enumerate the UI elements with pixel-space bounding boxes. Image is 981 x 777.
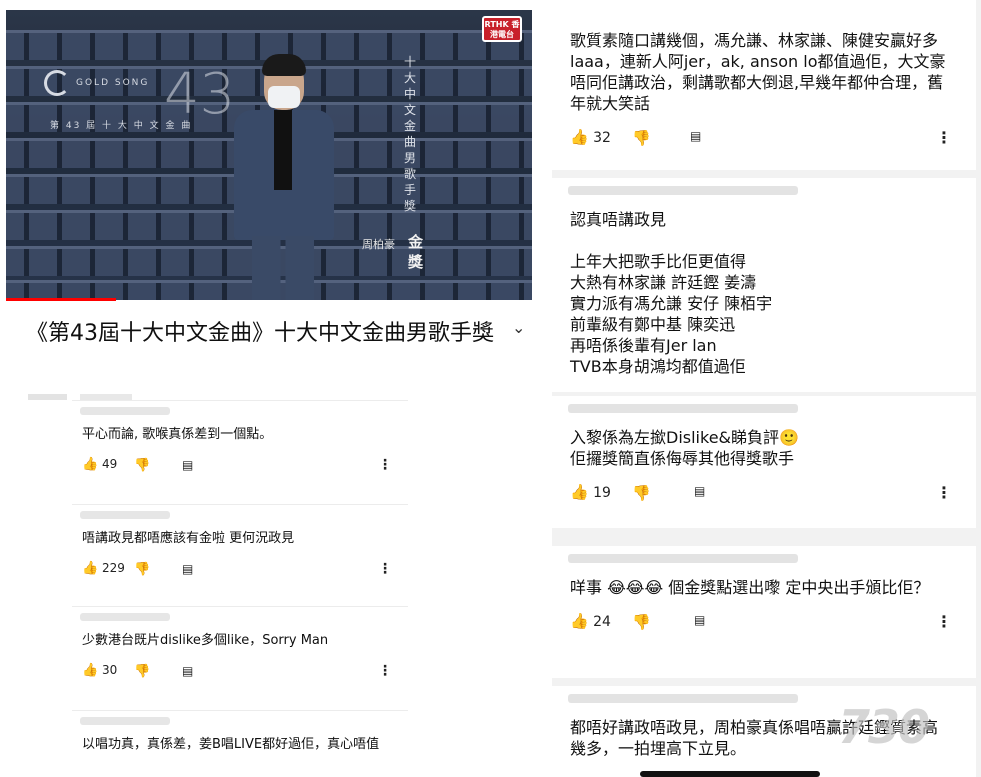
singer-figure <box>230 50 340 300</box>
like-button[interactable]: 👍 32 <box>570 128 611 146</box>
comment: 歌質素隨口講幾個，馮允謙、林家謙、陳健安贏好多laaa，連新人阿jer，ak, … <box>552 0 976 170</box>
comment-text: 歌質素隨口講幾個，馮允謙、林家謙、陳健安贏好多laaa，連新人阿jer，ak, … <box>570 31 946 113</box>
like-count: 229 <box>102 561 125 575</box>
like-button[interactable]: 👍 19 <box>570 483 611 501</box>
comment: 唔講政見都唔應該有金啦 更何況政見 👍 229 👎 ▤ ⋮ <box>72 504 408 604</box>
more-vert-icon[interactable]: ⋮ <box>378 561 392 577</box>
comment: 以唱功真，真係差，姜B唱LIVE都好過佢，真心唔值 <box>72 710 408 777</box>
like-count: 24 <box>593 614 611 630</box>
more-vert-icon[interactable]: ⋮ <box>378 457 392 473</box>
reply-icon[interactable]: ▤ <box>182 664 193 678</box>
more-vert-icon[interactable]: ⋮ <box>378 663 392 679</box>
comment-author <box>568 554 798 563</box>
comment-text: 平心而論, 歌喉真係差到一個點。 <box>82 427 273 442</box>
video-award-text: 金獎 <box>408 233 424 271</box>
thumbs-down-icon[interactable]: 👎 <box>632 484 651 502</box>
home-indicator[interactable] <box>640 771 820 777</box>
comment: 少數港台既片dislike多個like，Sorry Man 👍 30 👎 ▤ ⋮ <box>72 606 408 706</box>
comment: 咩事 😂😂😂 個金獎點選出嚟 定中央出手頒比佢？ 👍 24 👎 ▤ ⋮ <box>552 546 976 678</box>
thumbs-down-icon[interactable]: 👎 <box>632 129 651 147</box>
like-count: 32 <box>593 130 611 146</box>
comment-actions: 👍 30 👎 ▤ ⋮ <box>82 663 408 683</box>
comment-author <box>80 613 170 621</box>
rthk-logo: RTHK 香港電台 <box>482 16 522 42</box>
comment-text: 唔講政見都唔應該有金啦 更何況政見 <box>82 531 295 546</box>
thumbs-up-icon: 👍 <box>570 612 589 630</box>
chevron-down-icon[interactable]: ⌄ <box>512 318 525 337</box>
thumbs-up-icon: 👍 <box>570 483 589 501</box>
like-button[interactable]: 👍 24 <box>570 612 611 630</box>
comment: 平心而論, 歌喉真係差到一個點。 👍 49 👎 ▤ ⋮ <box>72 400 408 500</box>
reply-icon[interactable]: ▤ <box>694 613 705 627</box>
video-title: 《第43屆十大中文金曲》十大中文金曲男歌手獎 <box>26 321 494 346</box>
video-vertical-title: 十大中文金曲男歌手獎 <box>404 55 417 213</box>
like-button[interactable]: 👍 30 <box>82 663 117 678</box>
comment-actions: 👍 24 👎 ▤ ⋮ <box>570 612 976 634</box>
comment-text: 認真唔講政見 上年大把歌手比佢更值得 大熱有林家謙 許廷鏗 姜濤 實力派有馮允謙… <box>570 210 773 376</box>
comment-author <box>80 407 170 415</box>
like-button[interactable]: 👍 49 <box>82 457 117 472</box>
comment-actions: 👍 229 👎 ▤ ⋮ <box>82 561 408 581</box>
thumbs-down-icon[interactable]: 👎 <box>134 458 150 473</box>
like-button[interactable]: 👍 229 <box>82 561 125 576</box>
right-screenshot: 歌質素隨口講幾個，馮允謙、林家謙、陳健安贏好多laaa，連新人阿jer，ak, … <box>552 0 981 777</box>
video-player[interactable]: GOLD SONG 43 第 43 屆 十 大 中 文 金 曲 RTHK 香港電… <box>6 10 532 300</box>
like-count: 30 <box>102 663 118 677</box>
reply-icon[interactable]: ▤ <box>182 562 193 576</box>
comment-text: 入黎係為左撳Dislike&睇負評🙂 佢攞獎簡直係侮辱其他得獎歌手 <box>570 428 799 468</box>
thumbs-down-icon[interactable]: 👎 <box>134 562 150 577</box>
reply-icon[interactable]: ▤ <box>694 484 705 498</box>
comment-text: 咩事 😂😂😂 個金獎點選出嚟 定中央出手頒比佢？ <box>570 578 930 597</box>
comment-author <box>568 694 798 703</box>
like-count: 49 <box>102 457 118 471</box>
comment-actions: 👍 32 👎 ▤ ⋮ <box>570 128 976 150</box>
like-count: 19 <box>593 485 611 501</box>
comment-actions: 👍 19 👎 ▤ ⋮ <box>570 483 976 505</box>
left-screenshot: GOLD SONG 43 第 43 屆 十 大 中 文 金 曲 RTHK 香港電… <box>0 0 540 777</box>
thumbs-down-icon[interactable]: 👎 <box>134 664 150 679</box>
video-winner-name: 周柏豪 <box>362 238 395 251</box>
gold-song-logo: GOLD SONG 43 <box>44 62 235 127</box>
comment: 入黎係為左撳Dislike&睇負評🙂 佢攞獎簡直係侮辱其他得獎歌手 👍 19 👎… <box>552 396 976 528</box>
comment-actions: 👍 49 👎 ▤ ⋮ <box>82 457 408 477</box>
thumbs-up-icon: 👍 <box>82 663 99 678</box>
comment-text: 以唱功真，真係差，姜B唱LIVE都好過佢，真心唔值 <box>82 737 380 752</box>
reply-icon[interactable]: ▤ <box>182 458 193 472</box>
more-vert-icon[interactable]: ⋮ <box>936 483 952 502</box>
more-vert-icon[interactable]: ⋮ <box>936 612 952 631</box>
thumbs-up-icon: 👍 <box>82 457 99 472</box>
more-vert-icon[interactable]: ⋮ <box>936 128 952 147</box>
comment-author <box>568 186 798 195</box>
video-progress-bar[interactable] <box>6 298 116 301</box>
logo-subtitle: 第 43 屆 十 大 中 文 金 曲 <box>50 121 193 131</box>
thumbs-up-icon: 👍 <box>570 128 589 146</box>
thumbs-up-icon: 👍 <box>82 561 99 576</box>
comment-author <box>80 511 170 519</box>
reply-icon[interactable]: ▤ <box>690 129 701 143</box>
comment-author <box>568 404 798 413</box>
thumbs-down-icon[interactable]: 👎 <box>632 613 651 631</box>
comment: 認真唔講政見 上年大把歌手比佢更值得 大熱有林家謙 許廷鏗 姜濤 實力派有馮允謙… <box>552 178 976 392</box>
comment-text: 少數港台既片dislike多個like，Sorry Man <box>82 633 329 648</box>
watermark-logo: 730 <box>838 700 930 754</box>
comment-author <box>80 717 170 725</box>
